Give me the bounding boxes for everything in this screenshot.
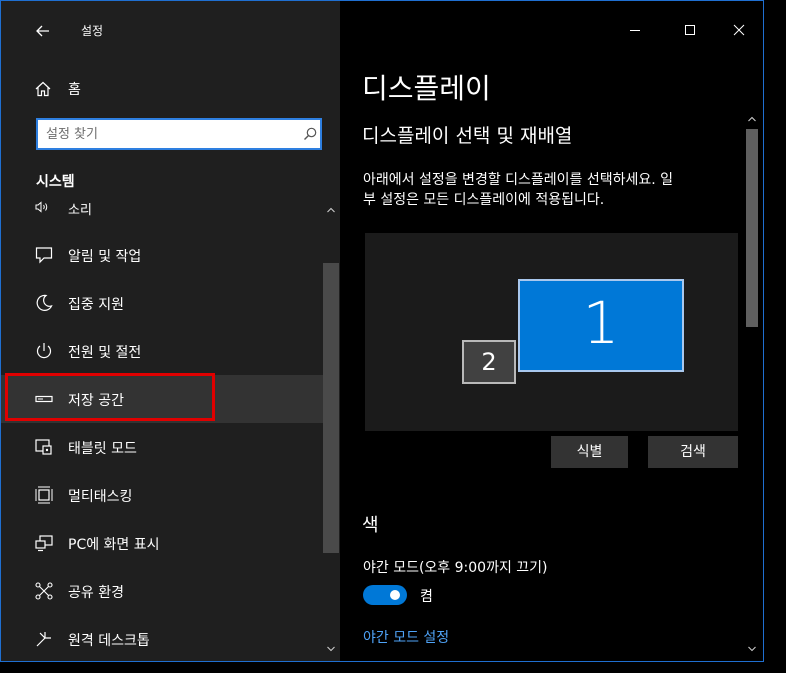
sidebar-item-tablet-mode[interactable]: 태블릿 모드 (1, 423, 323, 471)
remote-desktop-icon (36, 632, 51, 647)
sidebar-item-power[interactable]: 전원 및 절전 (1, 327, 323, 375)
maximize-icon (685, 25, 695, 35)
sidebar-item-label: 공유 환경 (68, 585, 124, 601)
description-text: 부 설정은 모든 디스플레이에 적용됩니다. (363, 192, 605, 208)
main-scrollbar-thumb[interactable] (746, 129, 758, 327)
close-button[interactable] (719, 15, 759, 45)
power-icon (36, 343, 52, 359)
scroll-down-icon[interactable] (746, 643, 758, 655)
minimize-button[interactable] (615, 15, 655, 45)
sidebar-item-label: PC에 화면 표시 (68, 537, 160, 553)
display-arrangement-area: 1 2 (365, 233, 738, 431)
maximize-button[interactable] (670, 15, 710, 45)
back-button[interactable] (31, 19, 55, 43)
monitor-1[interactable]: 1 (518, 279, 684, 372)
sidebar-item-label: 집중 지원 (68, 297, 124, 313)
home-label: 홈 (68, 82, 81, 98)
minimize-icon (630, 30, 640, 31)
multitasking-icon (35, 486, 53, 504)
toggle-state-label: 켬 (420, 589, 433, 605)
main-pane: 디스플레이 디스플레이 선택 및 재배열 아래에서 설정을 변경할 디스플레이를… (340, 1, 763, 661)
search-icon[interactable] (302, 126, 318, 142)
search-input[interactable] (46, 123, 286, 145)
scroll-up-icon[interactable] (325, 204, 337, 216)
back-arrow-icon (36, 25, 49, 37)
sidebar-item-label: 태블릿 모드 (68, 441, 137, 457)
description-text: 아래에서 설정을 변경할 디스플레이를 선택하세요. 일 (363, 172, 674, 188)
page-title: 디스플레이 (362, 72, 491, 105)
monitor-2[interactable]: 2 (462, 340, 516, 384)
storage-icon (35, 395, 53, 403)
sidebar-item-label: 전원 및 절전 (68, 345, 142, 361)
moon-icon (36, 294, 53, 311)
share-icon (35, 582, 53, 600)
search-box[interactable] (36, 118, 322, 150)
notification-icon (35, 247, 53, 264)
identify-button[interactable]: 식별 (551, 436, 628, 468)
section-header: 시스템 (36, 174, 75, 190)
scroll-down-icon[interactable] (325, 643, 337, 655)
color-section-title: 색 (362, 515, 379, 536)
home-nav-item[interactable] (1, 71, 340, 105)
app-title: 설정 (81, 24, 104, 38)
sidebar-item-label: 소리 (68, 203, 92, 218)
home-icon (35, 81, 51, 97)
settings-window: 설정 홈 시스템 소리 (0, 0, 764, 662)
project-icon (35, 535, 53, 552)
sidebar-item-notifications[interactable]: 알림 및 작업 (1, 231, 323, 279)
sidebar-item-label: 알림 및 작업 (68, 249, 142, 265)
sidebar-scrollbar-thumb[interactable] (323, 263, 339, 553)
sidebar-item-shared-experiences[interactable]: 공유 환경 (1, 567, 323, 615)
sidebar-item-focus-assist[interactable]: 집중 지원 (1, 279, 323, 327)
sidebar-item-remote-desktop[interactable]: 원격 데스크톱 (1, 615, 323, 661)
close-icon (733, 24, 745, 36)
sidebar-item-label: 원격 데스크톱 (68, 633, 150, 649)
sidebar-item-sound[interactable]: 소리 (1, 195, 323, 223)
toggle-knob (390, 590, 400, 600)
detect-button[interactable]: 검색 (648, 436, 738, 468)
night-light-label: 야간 모드(오후 9:00까지 끄기) (363, 560, 548, 576)
section-title: 디스플레이 선택 및 재배열 (362, 125, 573, 147)
scroll-up-icon[interactable] (746, 113, 758, 125)
sidebar: 설정 홈 시스템 소리 (1, 1, 340, 661)
speaker-icon (35, 201, 48, 213)
tablet-icon (35, 439, 52, 455)
night-light-toggle[interactable] (363, 585, 407, 605)
sidebar-item-multitasking[interactable]: 멀티태스킹 (1, 471, 323, 519)
monitor-number: 1 (582, 289, 620, 357)
monitor-number: 2 (481, 348, 497, 376)
sidebar-item-label: 저장 공간 (68, 393, 124, 409)
sidebar-item-storage[interactable]: 저장 공간 (1, 375, 323, 423)
night-light-settings-link[interactable]: 야간 모드 설정 (363, 627, 449, 647)
sidebar-item-project[interactable]: PC에 화면 표시 (1, 519, 323, 567)
sidebar-item-label: 멀티태스킹 (68, 489, 133, 505)
